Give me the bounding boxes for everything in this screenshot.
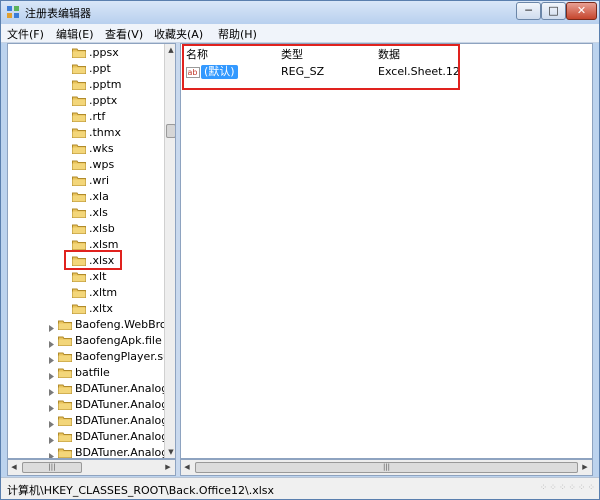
tree-item-label: .thmx: [89, 126, 122, 139]
tree-item-label: .xlsb: [89, 222, 115, 235]
tree-item-label: BaofengPlayer.sup: [75, 350, 176, 363]
tree-item-label: BDATuner.AnalogR: [75, 446, 176, 459]
tree-item-label: .xlt: [89, 270, 107, 283]
expand-arrow-icon[interactable]: [48, 353, 55, 364]
folder-icon: [72, 159, 86, 170]
title-bar[interactable]: 注册表编辑器 ─ □ ✕: [1, 1, 599, 24]
scroll-up-arrow-icon[interactable]: ▲: [165, 44, 175, 56]
values-horizontal-scrollbar[interactable]: ◀ ||| ▶: [180, 459, 593, 476]
folder-icon: [72, 175, 86, 186]
tree-scroll-thumb[interactable]: [166, 124, 175, 138]
folder-icon: [72, 271, 86, 282]
tree-item-label: BaofengApk.file: [75, 334, 162, 347]
tree-item-label: .ppt: [89, 62, 111, 75]
menu-edit[interactable]: 编辑(E): [56, 26, 94, 42]
expand-arrow-icon[interactable]: [48, 337, 55, 348]
tree-vertical-scrollbar[interactable]: ▲ ▼: [164, 44, 175, 458]
registry-editor-window: 注册表编辑器 ─ □ ✕ 文件(F) 编辑(E) 查看(V) 收藏夹(A) 帮助…: [0, 0, 600, 500]
values-list: 名称 类型 数据 ab (默认) REG_SZ Excel.Sheet.12: [180, 43, 593, 459]
expand-arrow-icon[interactable]: [48, 449, 55, 458]
status-bar: 计算机\HKEY_CLASSES_ROOT\Back.Office12\.xls…: [1, 477, 599, 499]
folder-icon: [58, 319, 72, 330]
tree-item-label: .rtf: [89, 110, 106, 123]
tree-item-label: .wks: [89, 142, 114, 155]
values-hscroll-thumb[interactable]: |||: [195, 462, 578, 473]
tree-item-label: .wri: [89, 174, 110, 187]
folder-icon: [72, 127, 86, 138]
tree-item-label: BDATuner.AnalogA: [75, 398, 176, 411]
folder-icon: [72, 79, 86, 90]
tree-item-label: .xltx: [89, 302, 113, 315]
expand-arrow-icon[interactable]: [48, 385, 55, 396]
expand-arrow-icon[interactable]: [48, 417, 55, 428]
scroll-left-arrow-icon[interactable]: ◀: [181, 461, 193, 474]
folder-icon: [58, 383, 72, 394]
tree-item-label: .xltm: [89, 286, 118, 299]
registry-editor-icon: [7, 6, 19, 18]
expand-arrow-icon[interactable]: [48, 433, 55, 444]
tree-item-label: BDATuner.AnalogL: [75, 414, 175, 427]
window-title: 注册表编辑器: [25, 7, 91, 20]
expand-arrow-icon[interactable]: [48, 321, 55, 332]
highlight-box-xlsx: [64, 250, 122, 270]
folder-icon: [72, 191, 86, 202]
folder-icon: [58, 415, 72, 426]
tree-item-label: .ppsx: [89, 46, 119, 59]
folder-icon: [72, 111, 86, 122]
folder-icon: [58, 399, 72, 410]
tree-item-label: BDATuner.AnalogA: [75, 382, 176, 395]
scroll-left-arrow-icon[interactable]: ◀: [8, 461, 20, 474]
tree-item-label: .pptm: [89, 78, 122, 91]
folder-icon: [72, 303, 86, 314]
folder-icon: [58, 351, 72, 362]
tree-item-label: .pptx: [89, 94, 118, 107]
minimize-button[interactable]: ─: [516, 2, 541, 20]
folder-icon: [58, 335, 72, 346]
expand-arrow-icon[interactable]: [48, 401, 55, 412]
scroll-right-arrow-icon[interactable]: ▶: [579, 461, 591, 474]
maximize-button[interactable]: □: [541, 2, 566, 20]
folder-icon: [58, 431, 72, 442]
folder-icon: [72, 143, 86, 154]
expand-arrow-icon[interactable]: [48, 369, 55, 380]
scroll-right-arrow-icon[interactable]: ▶: [162, 461, 174, 474]
tree-item-label: .wps: [89, 158, 115, 171]
highlight-box-values: [182, 44, 460, 90]
menu-view[interactable]: 查看(V): [105, 26, 143, 42]
folder-icon: [72, 223, 86, 234]
folder-icon: [72, 287, 86, 298]
tree-hscroll-thumb[interactable]: |||: [22, 462, 82, 473]
tree-item-label: batfile: [75, 366, 110, 379]
folder-icon: [72, 47, 86, 58]
tree-item-label: .xls: [89, 206, 108, 219]
close-button[interactable]: ✕: [566, 2, 597, 20]
resize-grip-icon[interactable]: ⁘⁘⁘⁘⁘⁘: [507, 478, 597, 499]
tree-item-label: BDATuner.AnalogL: [75, 430, 175, 443]
menu-bar: 文件(F) 编辑(E) 查看(V) 收藏夹(A) 帮助(H): [1, 24, 599, 43]
folder-icon: [58, 447, 72, 458]
scroll-down-arrow-icon[interactable]: ▼: [165, 446, 175, 458]
folder-icon: [72, 239, 86, 250]
menu-help[interactable]: 帮助(H): [218, 26, 257, 42]
registry-tree: .ppsx .ppt .pptm .pptx .rtf .thmx .wks .wps .wri…: [7, 43, 176, 459]
menu-file[interactable]: 文件(F): [7, 26, 44, 42]
folder-icon: [72, 207, 86, 218]
menu-favorites[interactable]: 收藏夹(A): [154, 26, 203, 42]
tree-item-label: .xla: [89, 190, 109, 203]
tree-item-label: Baofeng.WebBrow: [75, 318, 176, 331]
folder-icon: [72, 95, 86, 106]
status-path: 计算机\HKEY_CLASSES_ROOT\Back.Office12\.xls…: [7, 484, 275, 497]
tree-horizontal-scrollbar[interactable]: ◀ ||| ▶: [7, 459, 176, 476]
folder-icon: [72, 63, 86, 74]
folder-icon: [58, 367, 72, 378]
